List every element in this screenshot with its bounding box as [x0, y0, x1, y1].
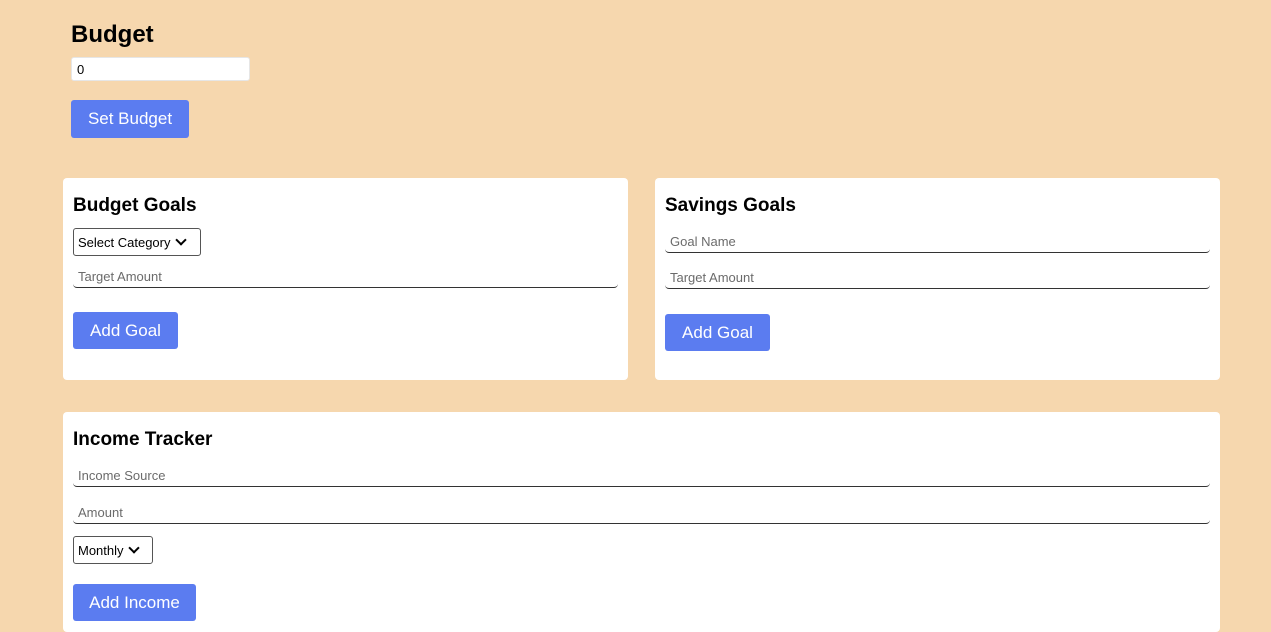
chevron-down-icon — [174, 234, 187, 246]
category-select[interactable]: Select Category — [73, 228, 201, 256]
budget-goals-card: Budget Goals Select Category Add Goal — [63, 178, 628, 380]
set-budget-button[interactable]: Set Budget — [71, 100, 189, 138]
add-budget-goal-button[interactable]: Add Goal — [73, 312, 178, 349]
savings-goals-title: Savings Goals — [665, 195, 796, 216]
add-savings-goal-button[interactable]: Add Goal — [665, 314, 770, 351]
budget-target-amount-input[interactable] — [73, 266, 618, 288]
income-tracker-card: Income Tracker Monthly Add Income — [63, 412, 1220, 632]
income-source-input[interactable] — [73, 465, 1210, 487]
budget-title: Budget — [71, 21, 154, 48]
chevron-down-icon — [127, 542, 140, 554]
budget-goals-title: Budget Goals — [73, 195, 197, 216]
add-income-button[interactable]: Add Income — [73, 584, 196, 621]
savings-goals-card: Savings Goals Add Goal — [655, 178, 1220, 380]
income-amount-input[interactable] — [73, 502, 1210, 524]
frequency-select-value: Monthly — [78, 542, 124, 558]
budget-input[interactable] — [71, 57, 250, 81]
income-tracker-title: Income Tracker — [73, 429, 213, 450]
goal-name-input[interactable] — [665, 231, 1210, 253]
savings-target-amount-input[interactable] — [665, 267, 1210, 289]
category-select-value: Select Category — [78, 234, 171, 250]
budget-section: Budget Set Budget — [71, 20, 250, 138]
frequency-select[interactable]: Monthly — [73, 536, 153, 564]
